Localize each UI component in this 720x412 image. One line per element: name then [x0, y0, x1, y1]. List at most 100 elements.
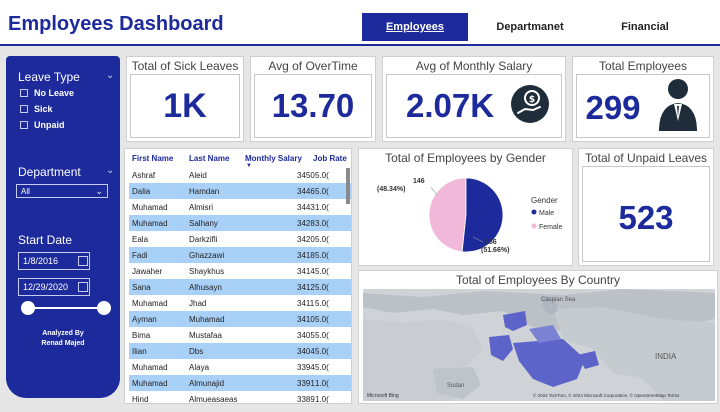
chevron-down-icon: ⌄: [95, 186, 103, 196]
table-cell: 3411: [297, 299, 315, 308]
table-cell: 1.0(: [315, 395, 329, 404]
table-cell: Fadi: [132, 251, 148, 260]
tab-employees[interactable]: Employees: [362, 13, 468, 41]
table-cell: 5.0(: [315, 235, 329, 244]
table-cell: 5.0(: [315, 171, 329, 180]
table-row[interactable]: Ayman Muhamad 3410 5.0(: [129, 311, 351, 327]
leave-type-label: Leave Type: [18, 70, 80, 84]
table-row[interactable]: Muhamad Almunajid 3391 1.0(: [129, 375, 351, 391]
column-header[interactable]: Job Rate: [313, 154, 347, 163]
checkbox-sick[interactable]: Sick: [20, 104, 53, 114]
map-attribution: © 2024 TomTom, © 2024 Microsoft Corporat…: [533, 392, 680, 398]
table-cell: 3446: [297, 187, 315, 196]
table-cell: Ilian: [132, 347, 147, 356]
kpi-card-sick-leaves: Total of Sick Leaves 1K: [126, 56, 244, 142]
kpi-card-employees: Total Employees 299: [572, 56, 714, 142]
date-from-value: 1/8/2016: [23, 256, 59, 266]
credit-line-1: Analyzed By: [42, 330, 84, 337]
checkbox-icon[interactable]: [20, 89, 28, 97]
pie-slice-female[interactable]: [428, 177, 467, 253]
table-row[interactable]: Jawaher Shaykhus 3414 5.0(: [129, 263, 351, 279]
table-row[interactable]: Hind Almueasaeas 3389 1.0(: [129, 391, 351, 404]
start-date-label: Start Date: [18, 233, 73, 247]
column-header[interactable]: Last Name: [189, 154, 229, 163]
department-label: Department: [18, 165, 81, 179]
kpi-card-unpaid-leaves: Total of Unpaid Leaves 523: [578, 148, 714, 266]
person-icon: [659, 79, 697, 131]
svg-text:$: $: [529, 95, 535, 105]
calendar-icon[interactable]: [78, 256, 88, 266]
table-cell: 5.0(: [315, 331, 329, 340]
calendar-icon[interactable]: [78, 282, 88, 292]
legend-marker-male: [531, 209, 537, 215]
table-row[interactable]: Ilian Dbs 3404 5.0(: [129, 343, 351, 359]
table-row[interactable]: Muhamad Almisri 3443 1.0(: [129, 199, 351, 215]
checkbox-icon[interactable]: [20, 121, 28, 129]
table-scrollbar[interactable]: [346, 168, 350, 204]
kpi-value: 13.70: [271, 87, 355, 124]
table-row[interactable]: Fadi Ghazzawi 3418 5.0(: [129, 247, 351, 263]
page-title: Employees Dashboard: [8, 13, 224, 35]
table-cell: Darkzifli: [189, 235, 218, 244]
date-range-slider[interactable]: [28, 307, 104, 309]
department-selected: All: [21, 187, 30, 196]
checkbox-unpaid[interactable]: Unpaid: [20, 120, 65, 130]
table-cell: 5.0(: [315, 363, 329, 372]
chevron-down-icon[interactable]: ⌄: [106, 70, 114, 81]
table-cell: 5.0(: [315, 283, 329, 292]
table-cell: Almunajid: [189, 379, 225, 388]
checkbox-label: No Leave: [34, 88, 75, 98]
country-map[interactable]: Caspian Sea INDIA Sudan Microsoft Bing ©…: [363, 289, 715, 401]
table-cell: Muhamad: [132, 219, 168, 228]
table-cell: 3412: [297, 283, 315, 292]
table-row[interactable]: Muhamad Salhany 3428 3.0(: [129, 215, 351, 231]
table-row[interactable]: Muhamad Alaya 3394 5.0(: [129, 359, 351, 375]
legend-male: Male: [539, 210, 554, 217]
chevron-down-icon[interactable]: ⌄: [106, 165, 114, 176]
data-label-female-pct: (48.34%): [377, 186, 405, 193]
checkbox-no-leave[interactable]: No Leave: [20, 88, 74, 98]
table-cell: 3404: [297, 347, 315, 356]
column-header[interactable]: Monthly Salary: [245, 154, 302, 163]
pie-slice-male[interactable]: [461, 177, 504, 253]
table-cell: Ghazzawi: [189, 251, 225, 260]
tab-department[interactable]: Departmanet: [480, 13, 580, 41]
kpi-title: Total Employees: [598, 59, 688, 73]
table-row[interactable]: Eala Darkzifli 3420 5.0(: [129, 231, 351, 247]
kpi-title: Total of Unpaid Leaves: [584, 151, 708, 165]
table-cell: 1.0(: [315, 379, 329, 388]
slider-start-handle[interactable]: [21, 301, 35, 315]
table-cell: Hamdan: [189, 187, 220, 196]
kpi-title: Avg of Monthly Salary: [415, 59, 533, 73]
table-row[interactable]: Muhamad Jhad 3411 5.0(: [129, 295, 351, 311]
tab-financial[interactable]: Financial: [592, 13, 698, 41]
table-row[interactable]: Sana Alhusayn 3412 5.0(: [129, 279, 351, 295]
map-label-caspian: Caspian Sea: [541, 297, 576, 303]
column-header[interactable]: First Name: [132, 154, 173, 163]
department-dropdown[interactable]: All ⌄: [16, 184, 108, 198]
table-cell: Mustafaa: [189, 331, 222, 340]
kpi-title: Avg of OverTime: [268, 59, 358, 73]
table-row[interactable]: Bima Mustafaa 3405 5.0(: [129, 327, 351, 343]
checkbox-icon[interactable]: [20, 105, 28, 113]
table-cell: 1.0(: [315, 203, 329, 212]
slider-end-handle[interactable]: [97, 301, 111, 315]
table-cell: Shaykhus: [189, 267, 225, 276]
table-row[interactable]: Dalia Hamdan 3446 5.0(: [129, 183, 351, 199]
map-label-india: INDIA: [655, 352, 677, 361]
table-cell: Muhamad: [132, 379, 168, 388]
table-cell: Bima: [132, 331, 151, 340]
table-cell: 5.0(: [315, 299, 329, 308]
employees-table: First Name Last Name Monthly Salary ▼ Jo…: [124, 148, 352, 404]
legend-marker-female: [531, 223, 537, 229]
filter-sidebar: Leave Type ⌄ No Leave Sick Unpaid Depart…: [6, 56, 120, 398]
checkbox-label: Unpaid: [34, 120, 65, 130]
table-cell: Salhany: [189, 219, 218, 228]
table-cell: 3410: [297, 315, 315, 324]
table-cell: Dbs: [189, 347, 204, 356]
table-cell: Eala: [132, 235, 149, 244]
table-cell: 5.0(: [315, 315, 329, 324]
map-label-sudan: Sudan: [447, 383, 464, 389]
table-row[interactable]: Ashraf Aleid 3450 5.0(: [129, 167, 351, 183]
kpi-title: Total of Sick Leaves: [131, 59, 239, 73]
